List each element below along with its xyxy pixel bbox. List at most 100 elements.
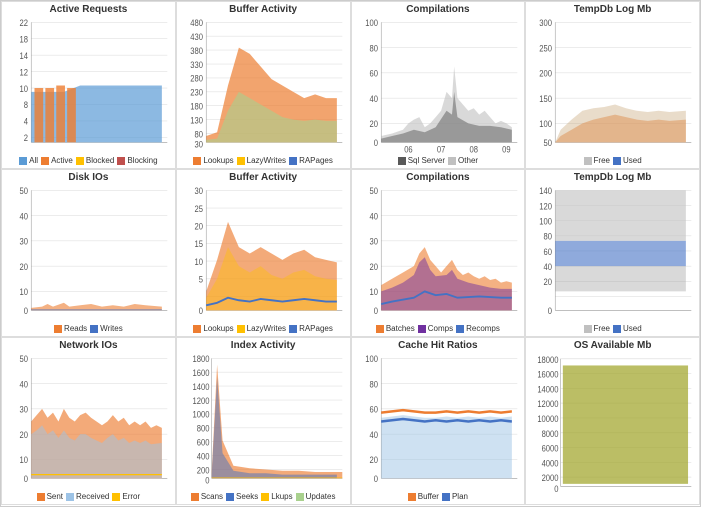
- chart-area: 100 80 60 40 20 0 06 07 08 09: [354, 16, 523, 155]
- svg-text:6000: 6000: [542, 443, 559, 454]
- legend-writes: Writes: [90, 324, 123, 333]
- chart-area: 30 25 20 15 10 5 0: [179, 184, 348, 323]
- legend-label-blocking: Blocking: [127, 156, 157, 165]
- legend-label-other: Other: [458, 156, 478, 165]
- chart-title: Disk IOs: [68, 172, 108, 183]
- legend-label-lookups: Lookups: [203, 156, 233, 165]
- chart-buffer-activity-mid: Buffer Activity 30 25 20 15 10 5 0: [176, 169, 351, 337]
- svg-text:14000: 14000: [538, 384, 559, 395]
- svg-text:1400: 1400: [192, 382, 209, 392]
- svg-text:50: 50: [19, 187, 28, 197]
- chart-network-ios: Network IOs 50 40 30 20 10 0: [1, 337, 176, 505]
- legend: Lookups LazyWrites RAPages: [193, 155, 332, 166]
- legend-label-rapages: RAPages: [299, 156, 333, 165]
- legend-color-blocking: [117, 157, 125, 165]
- svg-text:18000: 18000: [538, 354, 559, 365]
- legend-free: Free: [584, 324, 610, 333]
- chart-area: 480 430 380 330 280 230 180 130 80 30: [179, 16, 348, 155]
- svg-text:150: 150: [539, 94, 552, 104]
- svg-text:06: 06: [404, 145, 413, 155]
- legend-color-other: [448, 157, 456, 165]
- chart-title: Buffer Activity: [229, 4, 297, 15]
- svg-text:250: 250: [539, 44, 552, 54]
- svg-text:80: 80: [369, 44, 378, 54]
- legend: Sent Received Error: [37, 491, 141, 502]
- svg-text:120: 120: [539, 202, 552, 212]
- legend-color-error: [112, 493, 120, 501]
- legend-color-scans: [191, 493, 199, 501]
- legend-label-sent: Sent: [47, 492, 63, 501]
- legend-seeks: Seeks: [226, 492, 258, 501]
- svg-text:0: 0: [198, 307, 203, 317]
- legend-color-lookups: [193, 157, 201, 165]
- svg-text:20: 20: [369, 262, 378, 272]
- svg-text:18: 18: [19, 35, 28, 45]
- chart-title: Active Requests: [49, 4, 127, 15]
- svg-text:40: 40: [369, 430, 378, 440]
- svg-text:60: 60: [369, 405, 378, 415]
- svg-text:400: 400: [197, 452, 210, 462]
- chart-compilations-mid: Compilations 50 40 30 20 10 0: [351, 169, 526, 337]
- legend-color-updates: [296, 493, 304, 501]
- legend-plan: Plan: [442, 492, 468, 501]
- legend-active: Active: [41, 156, 73, 165]
- legend-label-used: Used: [623, 324, 642, 333]
- chart-index-activity: Index Activity 1800 1600 1400 1200 1000 …: [176, 337, 351, 505]
- svg-text:14: 14: [19, 51, 28, 61]
- chart-title: Compilations: [406, 172, 469, 183]
- chart-compilations-top: Compilations 100 80 60 40 20 0 06 07 08: [351, 1, 526, 169]
- legend-color-sent: [37, 493, 45, 501]
- svg-text:600: 600: [197, 438, 210, 448]
- legend-batches: Batches: [376, 324, 415, 333]
- legend-lazywrites: LazyWrites: [237, 324, 286, 333]
- legend-color-reads: [54, 325, 62, 333]
- legend-blocked: Blocked: [76, 156, 114, 165]
- legend-label-error: Error: [122, 492, 140, 501]
- legend-label-seeks: Seeks: [236, 492, 258, 501]
- svg-text:2: 2: [24, 134, 29, 144]
- legend: Batches Comps Recomps: [376, 323, 500, 334]
- svg-text:30: 30: [19, 405, 28, 415]
- svg-text:0: 0: [373, 139, 378, 149]
- legend: Reads Writes: [54, 323, 123, 334]
- svg-text:800: 800: [197, 424, 210, 434]
- svg-text:50: 50: [19, 355, 28, 365]
- svg-text:0: 0: [24, 307, 29, 317]
- svg-text:10: 10: [19, 84, 28, 94]
- svg-text:12000: 12000: [538, 398, 559, 409]
- legend-color-rapages: [289, 157, 297, 165]
- chart-title: Network IOs: [59, 340, 117, 351]
- svg-text:60: 60: [544, 247, 553, 257]
- svg-text:30: 30: [19, 237, 28, 247]
- svg-text:50: 50: [369, 187, 378, 197]
- legend-lazywrites: LazyWrites: [237, 156, 286, 165]
- legend-used: Used: [613, 156, 642, 165]
- legend-label-reads: Reads: [64, 324, 87, 333]
- chart-area: 1800 1600 1400 1200 1000 800 600 400 200…: [179, 352, 348, 491]
- svg-text:380: 380: [190, 46, 203, 56]
- legend: Scans Seeks Lkups Updates: [191, 491, 336, 502]
- svg-text:20: 20: [194, 222, 203, 232]
- svg-text:0: 0: [554, 483, 558, 494]
- svg-text:20: 20: [369, 120, 378, 130]
- svg-text:200: 200: [197, 466, 210, 476]
- legend-color-buffer: [408, 493, 416, 501]
- svg-text:15: 15: [194, 240, 203, 250]
- svg-text:22: 22: [19, 19, 28, 29]
- svg-text:10: 10: [194, 257, 203, 267]
- legend-color-lookups: [193, 325, 201, 333]
- legend-lookups: Lookups: [193, 324, 233, 333]
- svg-text:40: 40: [19, 212, 28, 222]
- legend-label-recomps: Recomps: [466, 324, 500, 333]
- svg-text:30: 30: [194, 140, 203, 150]
- legend-scans: Scans: [191, 492, 223, 501]
- svg-text:0: 0: [373, 307, 378, 317]
- legend-label-scans: Scans: [201, 492, 223, 501]
- legend-recomps: Recomps: [456, 324, 500, 333]
- legend-color-writes: [90, 325, 98, 333]
- chart-title: Buffer Activity: [229, 172, 297, 183]
- chart-buffer-activity: Buffer Activity 480 430 380 330 280 230: [176, 1, 351, 169]
- legend-color-used: [613, 157, 621, 165]
- chart-area: 300 250 200 150 100 50: [528, 16, 697, 155]
- svg-text:5: 5: [198, 275, 203, 285]
